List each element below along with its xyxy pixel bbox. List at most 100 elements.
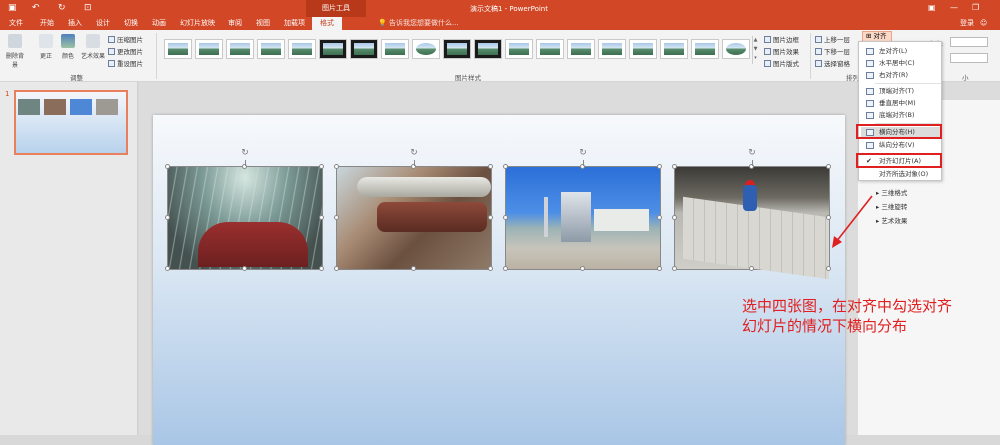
artistic-effects-button[interactable]: 艺术效果 <box>80 34 106 60</box>
picture-style-thumb[interactable] <box>164 39 192 59</box>
resize-handle[interactable] <box>334 215 339 220</box>
share-icon[interactable]: ☺ <box>980 18 987 29</box>
resize-handle[interactable] <box>749 266 754 271</box>
tab-design[interactable]: 设计 <box>96 18 110 29</box>
undo-icon[interactable]: ↶ <box>32 3 40 13</box>
photo-arched-hall[interactable] <box>167 166 323 270</box>
photo-cement-plant[interactable] <box>505 166 661 270</box>
gallery-scroll[interactable]: ▲ ▼ ▾ <box>752 36 758 64</box>
width-input[interactable] <box>950 53 988 63</box>
menu-align-right[interactable]: 右对齐(R) <box>861 70 941 81</box>
color-button[interactable]: 颜色 <box>58 34 78 60</box>
tab-file[interactable]: 文件 <box>9 18 23 29</box>
resize-handle[interactable] <box>334 164 339 169</box>
resize-handle[interactable] <box>657 215 662 220</box>
rotate-handle-icon[interactable]: ↻ <box>240 148 250 158</box>
picture-style-thumb[interactable] <box>629 39 657 59</box>
picture-style-thumb[interactable] <box>288 39 316 59</box>
rotate-handle-icon[interactable]: ↻ <box>409 148 419 158</box>
resize-handle[interactable] <box>165 164 170 169</box>
resize-handle[interactable] <box>319 215 324 220</box>
resize-handle[interactable] <box>242 266 247 271</box>
picture-style-thumb[interactable] <box>226 39 254 59</box>
redo-icon[interactable]: ↻ <box>58 3 66 13</box>
resize-handle[interactable] <box>657 164 662 169</box>
resize-handle[interactable] <box>319 266 324 271</box>
resize-handle[interactable] <box>503 266 508 271</box>
start-from-beginning-icon[interactable]: ⊡ <box>84 3 92 13</box>
picture-style-thumb[interactable] <box>381 39 409 59</box>
picture-style-thumb[interactable] <box>412 39 440 59</box>
tab-animations[interactable]: 动画 <box>152 18 166 29</box>
picture-style-thumb[interactable] <box>722 39 750 59</box>
resize-handle[interactable] <box>672 215 677 220</box>
rotate-handle-icon[interactable]: ↻ <box>747 148 757 158</box>
resize-handle[interactable] <box>334 266 339 271</box>
picture-style-thumb[interactable] <box>257 39 285 59</box>
picture-style-thumb[interactable] <box>505 39 533 59</box>
resize-handle[interactable] <box>165 215 170 220</box>
tab-addins[interactable]: 加载项 <box>284 18 305 29</box>
corrections-button[interactable]: 更正 <box>36 34 56 60</box>
resize-handle[interactable] <box>488 164 493 169</box>
photo-kiln-pipes[interactable] <box>336 166 492 270</box>
photo-worker-mill[interactable] <box>674 166 830 280</box>
tab-slideshow[interactable]: 幻灯片放映 <box>180 18 215 29</box>
selection-pane-button[interactable]: 选择窗格 <box>815 58 850 68</box>
compress-pictures-button[interactable]: 压缩图片 <box>108 34 143 44</box>
resize-handle[interactable] <box>503 215 508 220</box>
slide-thumbnail[interactable] <box>14 90 128 155</box>
tab-view[interactable]: 视图 <box>256 18 270 29</box>
send-backward-button[interactable]: 下移一层 <box>815 46 850 56</box>
menu-align-left[interactable]: 左对齐(L) <box>861 46 941 57</box>
format-3d-format[interactable]: ▸ 三维格式 <box>876 187 907 197</box>
bring-forward-button[interactable]: 上移一层 <box>815 34 850 44</box>
picture-style-thumb[interactable] <box>660 39 688 59</box>
tell-me-search[interactable]: 💡 告诉我您想要做什么... <box>378 18 459 28</box>
change-picture-button[interactable]: 更改图片 <box>108 46 143 56</box>
tab-transitions[interactable]: 切换 <box>124 18 138 29</box>
menu-align-middle[interactable]: 垂直居中(M) <box>861 98 941 109</box>
restore-icon[interactable]: ❐ <box>972 3 979 12</box>
menu-align-top[interactable]: 顶端对齐(T) <box>861 86 941 97</box>
picture-layout-button[interactable]: 图片版式 <box>764 58 799 68</box>
format-3d-rotation[interactable]: ▸ 三维旋转 <box>876 201 907 211</box>
menu-align-bottom[interactable]: 底端对齐(B) <box>861 110 941 121</box>
minimize-icon[interactable]: — <box>950 3 958 12</box>
resize-handle[interactable] <box>503 164 508 169</box>
picture-style-thumb[interactable] <box>536 39 564 59</box>
resize-handle[interactable] <box>826 266 831 271</box>
resize-handle[interactable] <box>672 266 677 271</box>
resize-handle[interactable] <box>672 164 677 169</box>
menu-align-center[interactable]: 水平居中(C) <box>861 58 941 69</box>
picture-style-thumb[interactable] <box>443 39 471 59</box>
reset-picture-button[interactable]: 重设图片 <box>108 58 143 68</box>
tab-format[interactable]: 格式 <box>312 17 342 30</box>
picture-style-thumb[interactable] <box>567 39 595 59</box>
menu-distribute-vertically[interactable]: 纵向分布(V) <box>861 140 941 151</box>
ribbon-display-icon[interactable]: ▣ <box>928 3 936 12</box>
tab-insert[interactable]: 插入 <box>68 18 82 29</box>
slide[interactable] <box>153 115 845 445</box>
login-link[interactable]: 登录 <box>960 18 974 29</box>
resize-handle[interactable] <box>411 266 416 271</box>
picture-style-thumb[interactable] <box>691 39 719 59</box>
resize-handle[interactable] <box>657 266 662 271</box>
resize-handle[interactable] <box>488 266 493 271</box>
resize-handle[interactable] <box>319 164 324 169</box>
picture-style-thumb[interactable] <box>474 39 502 59</box>
tab-review[interactable]: 审阅 <box>228 18 242 29</box>
resize-handle[interactable] <box>165 266 170 271</box>
height-input[interactable] <box>950 37 988 47</box>
save-icon[interactable]: ▣ <box>8 3 17 13</box>
remove-background-button[interactable]: 删除背景 <box>4 34 26 69</box>
format-artistic-effects[interactable]: ▸ 艺术效果 <box>876 215 907 225</box>
picture-style-thumb[interactable] <box>319 39 347 59</box>
resize-handle[interactable] <box>580 266 585 271</box>
rotate-handle-icon[interactable]: ↻ <box>578 148 588 158</box>
picture-effects-button[interactable]: 图片效果 <box>764 46 799 56</box>
picture-style-thumb[interactable] <box>598 39 626 59</box>
picture-style-thumb[interactable] <box>350 39 378 59</box>
resize-handle[interactable] <box>488 215 493 220</box>
menu-align-selected-objects[interactable]: 对齐所选对象(O) <box>861 169 941 180</box>
